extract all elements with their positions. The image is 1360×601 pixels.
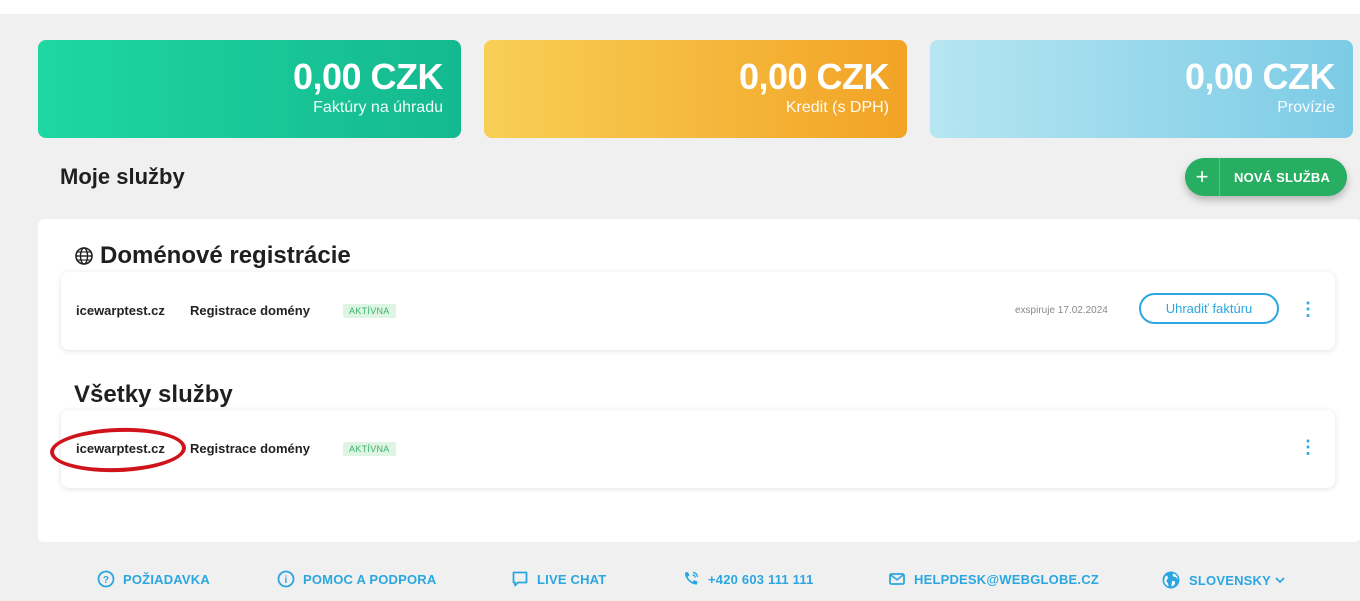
expiry-date: exspiruje 17.02.2024 — [1015, 305, 1108, 316]
footer-phone-label: +420 603 111 111 — [708, 571, 814, 587]
footer-request-label: POŽIADAVKA — [123, 571, 210, 587]
footer-chat-label: LIVE CHAT — [537, 571, 607, 587]
footer-email-link[interactable]: HELPDESK@WEBGLOBE.CZ — [888, 570, 1099, 588]
credit-label: Kredit (s DPH) — [785, 99, 889, 116]
globe-icon — [75, 247, 93, 265]
language-label: SLOVENSKY — [1189, 572, 1271, 588]
envelope-icon — [889, 573, 905, 585]
earth-icon — [1162, 571, 1180, 589]
top-strip — [0, 0, 1360, 14]
svg-text:?: ? — [103, 575, 109, 586]
commission-amount: 0,00 CZK — [1184, 56, 1336, 97]
new-service-button[interactable]: + NOVÁ SLUŽBA — [1185, 158, 1347, 196]
my-services-title: Moje služby — [60, 164, 185, 189]
question-icon: ? — [97, 570, 115, 588]
footer-phone-link[interactable]: +420 603 111 111 — [682, 570, 814, 588]
footer-help-link[interactable]: i POMOC A PODPORA — [277, 570, 437, 588]
footer-help-label: POMOC A PODPORA — [303, 571, 437, 587]
domain-registration-row[interactable]: icewarptest.cz Registrace domény AKTÍVNA… — [61, 272, 1335, 350]
info-icon: i — [277, 570, 295, 588]
status-badge: AKTÍVNA — [343, 442, 396, 456]
all-services-row[interactable]: icewarptest.cz Registrace domény AKTÍVNA… — [61, 410, 1335, 488]
invoices-card[interactable]: 0,00 CZK Faktúry na úhradu — [38, 40, 461, 138]
pay-invoice-button[interactable]: Uhradiť faktúru — [1139, 293, 1279, 324]
svg-text:i: i — [285, 575, 288, 586]
more-options-icon[interactable]: ⋮ — [1299, 300, 1317, 318]
chevron-down-icon — [1275, 577, 1285, 584]
new-service-label: NOVÁ SLUŽBA — [1234, 169, 1331, 185]
service-type: Registrace domény — [190, 303, 310, 318]
language-selector[interactable]: SLOVENSKY — [1161, 570, 1286, 590]
domain-registrations-label: Doménové registrácie — [100, 242, 351, 269]
invoices-label: Faktúry na úhradu — [313, 99, 443, 116]
plus-icon: + — [1185, 158, 1220, 196]
commission-label: Provízie — [1277, 99, 1335, 116]
invoices-amount: 0,00 CZK — [292, 56, 444, 97]
footer-email-label: HELPDESK@WEBGLOBE.CZ — [914, 571, 1099, 587]
footer-chat-link[interactable]: LIVE CHAT — [511, 570, 606, 588]
phone-icon — [684, 571, 699, 585]
more-options-icon[interactable]: ⋮ — [1299, 438, 1317, 456]
domain-registrations-title: Doménové registrácie — [74, 242, 351, 270]
commission-card[interactable]: 0,00 CZK Provízie — [930, 40, 1353, 138]
status-badge: AKTÍVNA — [343, 304, 396, 318]
service-type: Registrace domény — [190, 441, 310, 456]
all-services-title: Všetky služby — [74, 381, 233, 408]
credit-card[interactable]: 0,00 CZK Kredit (s DPH) — [484, 40, 907, 138]
footer-request-link[interactable]: ? POŽIADAVKA — [97, 570, 210, 588]
credit-amount: 0,00 CZK — [738, 56, 890, 97]
chat-icon — [512, 571, 528, 587]
domain-name[interactable]: icewarptest.cz — [76, 303, 165, 318]
